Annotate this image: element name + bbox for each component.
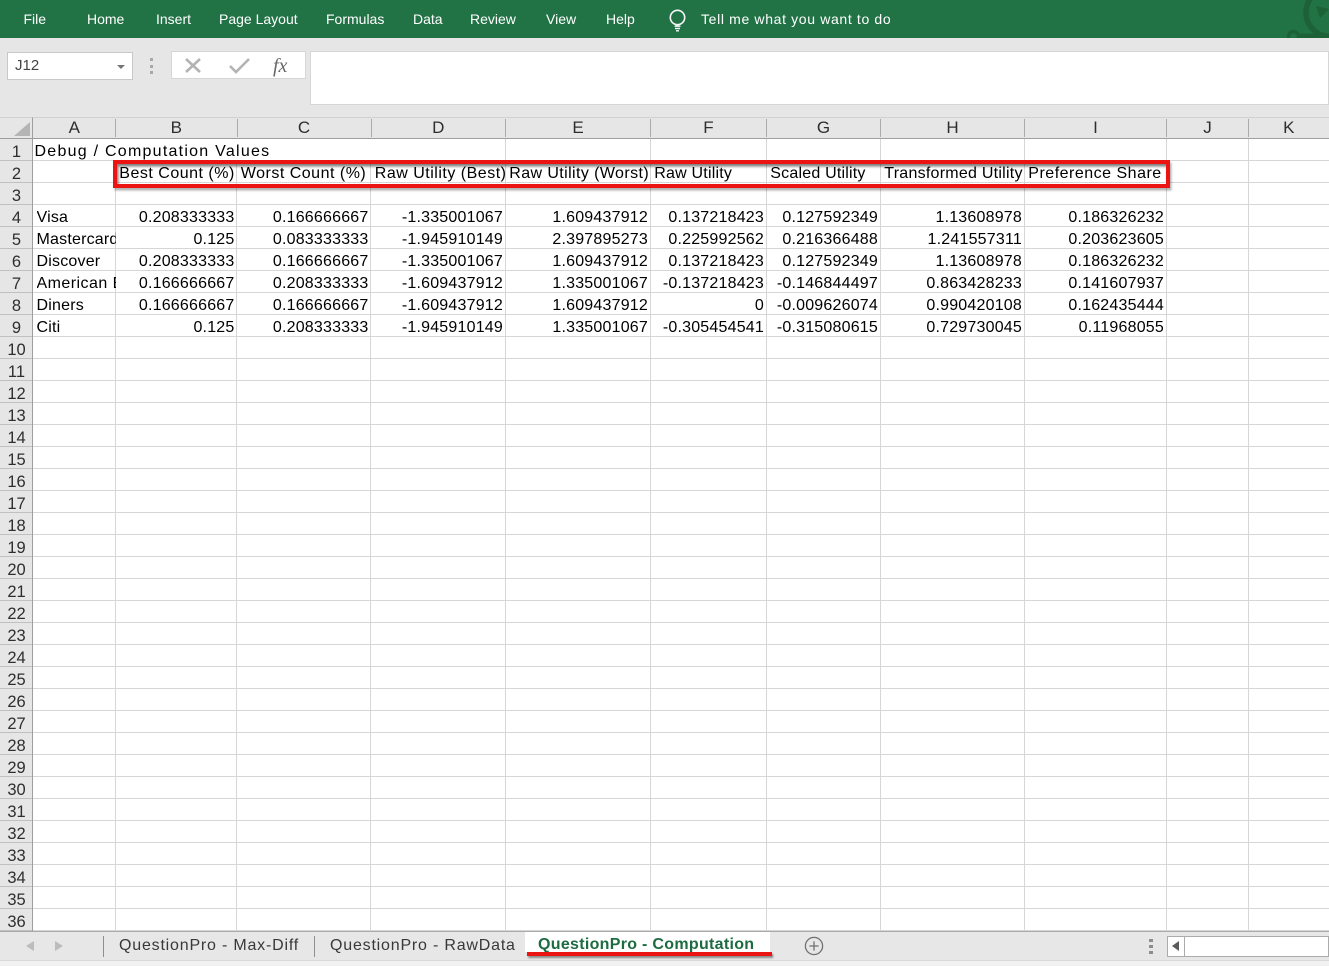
svg-text:fx: fx [273, 55, 288, 77]
